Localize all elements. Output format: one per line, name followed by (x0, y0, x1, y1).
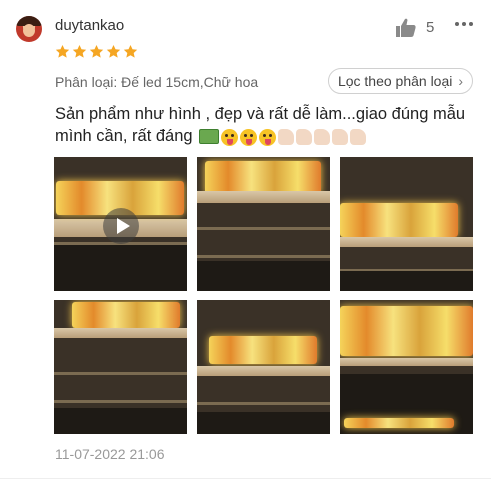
review-text: Sản phẩm như hình , đẹp và rất dễ làm...… (55, 103, 480, 147)
star-icon (123, 44, 138, 58)
star-icon (106, 44, 121, 58)
tongue-face-icon (259, 129, 277, 146)
review-photo-thumbnail[interactable] (54, 300, 187, 434)
review-photo-thumbnail[interactable] (197, 157, 330, 291)
chevron-right-icon: › (458, 73, 464, 89)
star-icon (89, 44, 104, 58)
play-icon[interactable] (103, 208, 139, 244)
variant-label: Phân loại: Đế led 15cm,Chữ hoa (55, 74, 259, 90)
tongue-face-icon (221, 129, 239, 146)
thumbs-up-icon (278, 129, 295, 145)
media-grid (54, 157, 474, 434)
review-video-thumbnail[interactable] (54, 157, 187, 291)
thumbs-up-icon (396, 18, 416, 37)
like-button[interactable]: 5 (396, 16, 434, 38)
review-photo-thumbnail[interactable] (197, 300, 330, 434)
review-date: 11-07-2022 21:06 (55, 446, 165, 462)
thumbs-up-icon (296, 129, 313, 145)
username[interactable]: duytankao (55, 17, 124, 34)
avatar[interactable] (16, 16, 42, 42)
star-icon (55, 44, 70, 58)
like-count: 5 (426, 18, 435, 36)
thumbs-up-icon (314, 129, 331, 145)
review-emojis (199, 129, 367, 146)
filter-label: Lọc theo phân loại (337, 73, 453, 89)
thumbs-up-icon (350, 129, 367, 145)
star-icon (72, 44, 87, 58)
rating-stars (55, 44, 138, 59)
divider (0, 478, 491, 479)
thumbs-up-icon (332, 129, 349, 145)
filter-by-variant-button[interactable]: Lọc theo phân loại › (328, 68, 473, 94)
review-photo-thumbnail[interactable] (340, 300, 473, 434)
cash-icon (199, 129, 220, 144)
review-photo-thumbnail[interactable] (340, 157, 473, 291)
tongue-face-icon (240, 129, 258, 146)
more-icon[interactable] (455, 22, 473, 26)
